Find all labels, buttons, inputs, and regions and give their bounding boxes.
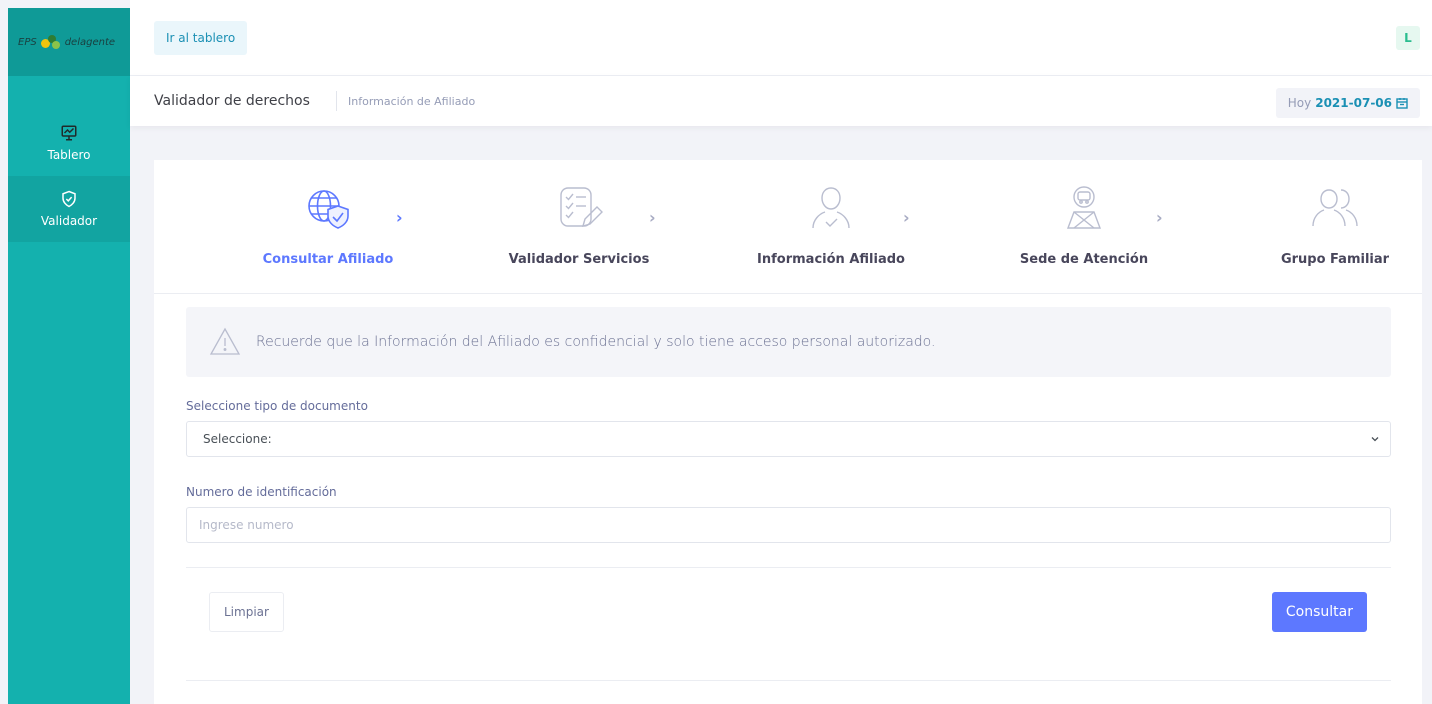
go-to-dashboard-button[interactable]: Ir al tablero	[154, 21, 248, 55]
brand-mark-icon	[40, 35, 61, 49]
chevron-right-icon: ›	[396, 208, 403, 227]
brand-text-delagente: delagente	[64, 36, 116, 48]
consulta-form: Recuerde que la Información del Afiliado…	[186, 307, 1391, 681]
breadcrumb: Información de Afiliado	[348, 95, 476, 108]
subheader: Validador de derechos Información de Afi…	[130, 76, 1432, 126]
globe-shield-icon	[308, 190, 349, 229]
wizard-step-grupo-familiar[interactable]: Grupo Familiar	[1235, 182, 1432, 267]
consult-button[interactable]: Consultar	[1271, 592, 1367, 632]
doc-type-selected-value: Seleccione:	[203, 432, 272, 446]
id-number-label: Numero de identificación	[186, 485, 337, 499]
alert-text: Recuerde que la Información del Afiliado…	[256, 334, 936, 350]
person-bus-icon	[1066, 186, 1102, 229]
title-separator	[336, 91, 337, 111]
sidebar: EPS delagente Tablero Validador	[8, 8, 130, 704]
brand-logo[interactable]: EPS delagente	[8, 8, 130, 76]
form-bottom-divider	[186, 680, 1391, 681]
shield-check-icon	[62, 190, 76, 208]
chevron-right-icon: ›	[903, 208, 910, 227]
sidebar-item-validador[interactable]: Validador	[8, 176, 130, 242]
wizard-step-label: Grupo Familiar	[1280, 252, 1390, 267]
checklist-pencil-icon	[560, 187, 603, 228]
wizard-step-label: Información Afiliado	[757, 252, 905, 267]
brand-text-eps: EPS	[18, 36, 37, 48]
form-actions: Limpiar Consultar	[186, 568, 1391, 680]
users-icon	[1312, 189, 1358, 227]
wizard-steps: Consultar Afiliado › Validador Servicios…	[154, 160, 1422, 294]
chevron-down-icon	[1371, 437, 1379, 442]
date-value: 2021-07-06	[1315, 96, 1392, 110]
confidentiality-alert: Recuerde que la Información del Afiliado…	[186, 307, 1391, 377]
calendar-icon	[1396, 98, 1408, 109]
wizard-step-sede-atencion[interactable]: Sede de Atención	[984, 182, 1184, 267]
sidebar-item-label: Validador	[40, 214, 98, 228]
doc-type-label: Seleccione tipo de documento	[186, 399, 368, 413]
chevron-right-icon: ›	[649, 208, 656, 227]
date-picker[interactable]: Hoy 2021-07-06	[1275, 88, 1420, 118]
monitor-chart-icon	[61, 125, 77, 141]
clear-button[interactable]: Limpiar	[209, 592, 284, 632]
main-card: Consultar Afiliado › Validador Servicios…	[154, 160, 1422, 704]
sidebar-nav: Tablero Validador	[8, 110, 130, 242]
sidebar-item-tablero[interactable]: Tablero	[8, 110, 130, 176]
user-avatar[interactable]: L	[1396, 26, 1420, 50]
wizard-step-label: Sede de Atención	[1019, 252, 1149, 267]
topbar: Ir al tablero L	[130, 0, 1432, 76]
wizard-step-label: Validador Servicios	[508, 252, 650, 267]
page-title: Validador de derechos	[154, 93, 310, 109]
sidebar-item-label: Tablero	[47, 148, 91, 162]
date-label: Hoy	[1287, 96, 1312, 110]
chevron-right-icon: ›	[1156, 208, 1163, 227]
id-number-input[interactable]	[186, 507, 1391, 543]
warning-icon	[209, 327, 241, 355]
wizard-step-informacion-afiliado[interactable]: Información Afiliado	[731, 182, 931, 267]
wizard-step-label: Consultar Afiliado	[262, 252, 394, 267]
doc-type-select[interactable]: Seleccione:	[186, 421, 1391, 457]
user-check-icon	[812, 187, 850, 229]
